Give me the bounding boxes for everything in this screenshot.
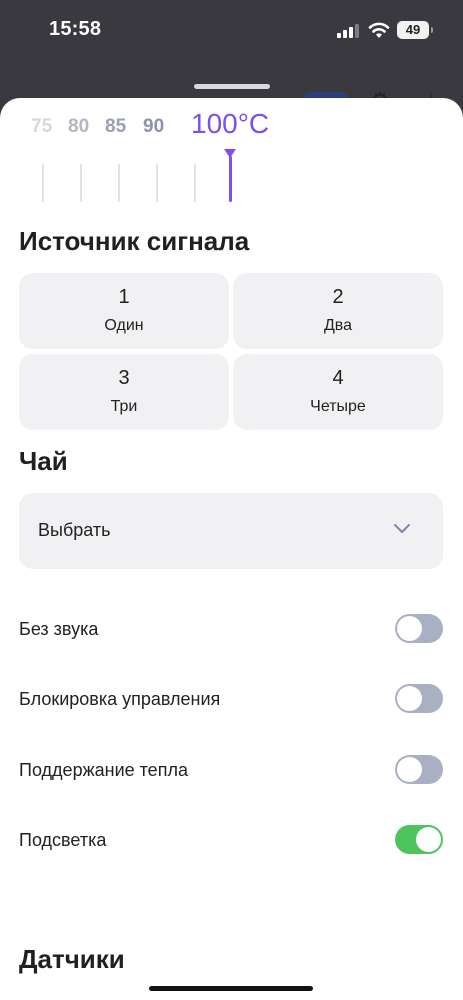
backlight-label: Подсветка <box>19 830 107 850</box>
status-time: 15:58 <box>49 18 102 40</box>
keep-warm-label: Поддержание тепла <box>19 760 188 780</box>
temperature-option[interactable]: 75 <box>31 116 52 138</box>
option-number: 4 <box>332 367 344 389</box>
keep-warm-toggle[interactable] <box>395 755 443 784</box>
option-label: Один <box>104 317 144 334</box>
home-indicator[interactable] <box>149 986 313 991</box>
signal-source-title: Источник сигнала <box>19 226 250 256</box>
temperature-pointer[interactable] <box>229 156 232 202</box>
control-lock-label: Блокировка управления <box>19 689 221 709</box>
signal-source-option-4[interactable]: 4 Четыре <box>233 354 443 430</box>
status-bar: 15:58 49 <box>0 0 463 56</box>
mute-label: Без звука <box>19 619 99 639</box>
temperature-tick <box>118 164 120 202</box>
cellular-signal-icon <box>337 24 359 38</box>
temperature-selected: 100°C <box>191 108 270 139</box>
temperature-tick <box>156 164 158 202</box>
mute-toggle[interactable] <box>395 614 443 643</box>
option-number: 3 <box>118 367 130 389</box>
device-settings-sheet: 75 80 85 90 100°C Источник сигнала 1 Оди… <box>0 98 463 1000</box>
sensors-title: Датчики <box>19 944 125 974</box>
signal-source-option-1[interactable]: 1 Один <box>19 273 229 349</box>
battery-icon: 49 <box>397 21 433 39</box>
option-label: Четыре <box>310 398 366 415</box>
temperature-option[interactable]: 80 <box>68 116 89 138</box>
control-lock-toggle[interactable] <box>395 684 443 713</box>
temperature-tick <box>42 164 44 202</box>
temperature-option[interactable]: 90 <box>143 116 164 138</box>
option-number: 2 <box>332 286 344 308</box>
tea-title: Чай <box>19 446 68 476</box>
option-label: Два <box>323 317 353 334</box>
wifi-icon <box>368 22 390 38</box>
signal-source-option-2[interactable]: 2 Два <box>233 273 443 349</box>
tea-select-value: Выбрать <box>38 520 111 540</box>
signal-source-option-3[interactable]: 3 Три <box>19 354 229 430</box>
temperature-option[interactable]: 85 <box>105 116 126 138</box>
chevron-down-icon <box>394 524 410 533</box>
battery-level: 49 <box>405 22 421 37</box>
temperature-tick <box>194 164 196 202</box>
sheet-grabber[interactable] <box>194 84 270 89</box>
tea-select[interactable]: Выбрать <box>19 493 443 569</box>
temperature-tick <box>80 164 82 202</box>
option-label: Три <box>110 398 138 415</box>
option-number: 1 <box>118 286 130 308</box>
backlight-toggle[interactable] <box>395 825 443 854</box>
